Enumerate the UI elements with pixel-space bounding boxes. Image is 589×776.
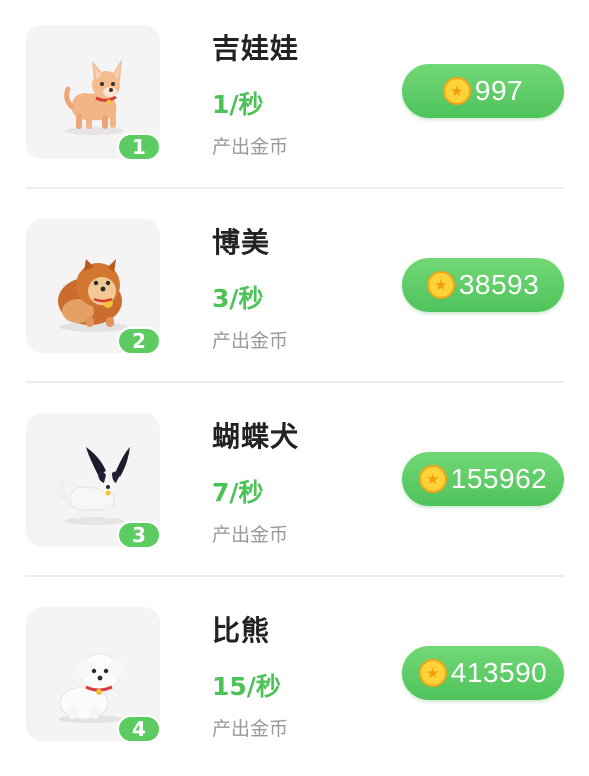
dog-name: 博美 xyxy=(212,226,271,259)
price-label: 997 xyxy=(474,75,524,106)
price-label: 38593 xyxy=(458,269,540,300)
list-item: 2 博美 3/秒 产出金币 38593 xyxy=(0,194,589,388)
divider xyxy=(26,381,564,383)
divider xyxy=(26,187,564,189)
coin-icon xyxy=(418,465,447,493)
rate-caption: 产出金币 xyxy=(212,718,289,740)
coin-rate: 1/秒 xyxy=(212,90,264,119)
rate-caption: 产出金币 xyxy=(212,330,289,352)
coin-rate: 3/秒 xyxy=(212,284,264,313)
divider xyxy=(26,575,564,577)
buy-button[interactable]: 38593 xyxy=(402,258,564,312)
price-label: 155962 xyxy=(450,463,548,494)
coin-icon xyxy=(418,659,447,687)
coin-icon xyxy=(442,77,471,105)
price-label: 413590 xyxy=(450,657,548,688)
rate-caption: 产出金币 xyxy=(212,136,289,158)
buy-button[interactable]: 413590 xyxy=(402,646,564,700)
dog-name: 蝴蝶犬 xyxy=(212,420,300,453)
level-badge: 4 xyxy=(117,715,161,743)
list-item: 3 蝴蝶犬 7/秒 产出金币 155962 xyxy=(0,388,589,582)
level-badge: 2 xyxy=(117,327,161,355)
list-item: 4 比熊 15/秒 产出金币 413590 xyxy=(0,582,589,776)
buy-button[interactable]: 155962 xyxy=(402,452,564,506)
buy-button[interactable]: 997 xyxy=(402,64,564,118)
level-badge: 1 xyxy=(117,133,161,161)
coin-rate: 15/秒 xyxy=(212,672,281,701)
list-item: 1 吉娃娃 1/秒 产出金币 997 xyxy=(0,0,589,194)
level-badge: 3 xyxy=(117,521,161,549)
dog-shop-list: 1 吉娃娃 1/秒 产出金币 997 xyxy=(0,0,589,749)
dog-name: 比熊 xyxy=(212,614,271,647)
coin-rate: 7/秒 xyxy=(212,478,264,507)
dog-name: 吉娃娃 xyxy=(212,32,300,65)
rate-caption: 产出金币 xyxy=(212,524,289,546)
coin-icon xyxy=(426,271,455,299)
